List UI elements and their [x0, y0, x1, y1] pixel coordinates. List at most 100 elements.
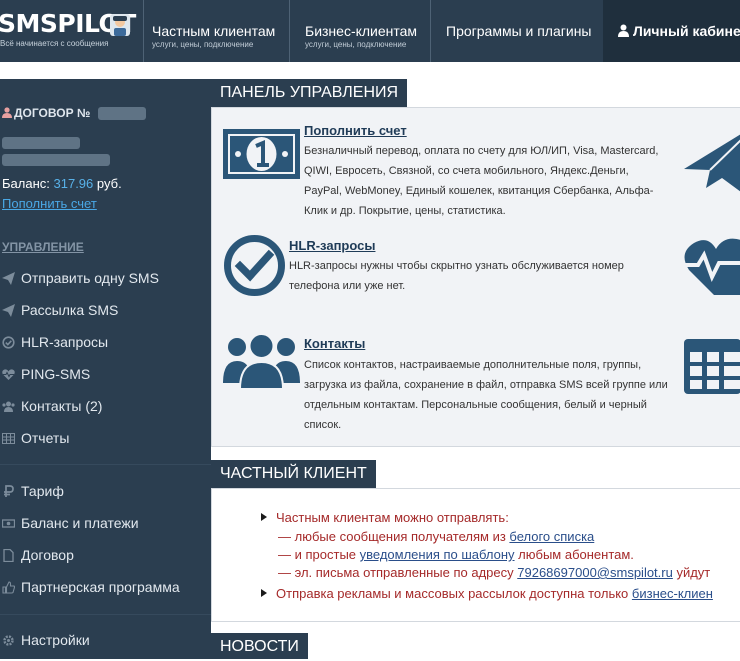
feature-hlr-link[interactable]: HLR-запросы: [289, 238, 375, 253]
nav-private-clients[interactable]: Частным клиентам услуги, цены, подключен…: [152, 0, 288, 62]
nav-separator: [143, 0, 144, 62]
balance-line: Баланс: 317.96 руб.: [2, 176, 122, 191]
money-icon: [2, 517, 15, 530]
control-panel: Пополнить счет Безналичный перевод, опла…: [211, 107, 740, 447]
sidebar-item-tariff[interactable]: Тариф: [2, 483, 64, 505]
balance-label: Баланс:: [2, 176, 50, 191]
sidebar-item-label: Тариф: [21, 483, 64, 499]
sidebar-item-label: Отчеты: [21, 430, 70, 446]
sidebar-item-balance-payments[interactable]: Баланс и платежи: [2, 515, 139, 537]
sidebar-item-label: Баланс и платежи: [21, 515, 139, 531]
nav-personal-cabinet[interactable]: Личный кабинет: [603, 0, 740, 62]
nav-item-title: Бизнес-клиентам: [305, 23, 418, 39]
sidebar-item-hlr[interactable]: HLR-запросы: [2, 334, 108, 356]
management-heading: УПРАВЛЕНИЕ: [2, 240, 84, 254]
sidebar-divider: [0, 614, 211, 615]
sidebar-item-label: HLR-запросы: [21, 334, 109, 350]
table-icon: [2, 432, 15, 445]
sidebar-item-label: Контакты (2): [21, 398, 103, 414]
whitelist-link[interactable]: белого списка: [509, 529, 594, 544]
email-gateway-link[interactable]: 79268697000@smspilot.ru: [517, 565, 673, 580]
thumbs-up-icon: [2, 581, 15, 594]
private-line-4: — эл. письма отправленные по адресу 7926…: [278, 565, 710, 580]
private-line-5: Отправка рекламы и массовых рассылок дос…: [261, 586, 713, 601]
logo-pilot-icon: [110, 14, 130, 36]
sidebar-item-label: Рассылка SMS: [21, 302, 119, 318]
arrow-bullet-icon: [261, 513, 267, 521]
document-icon: [2, 549, 15, 562]
heartbeat-icon: [684, 235, 740, 302]
private-line-4-text: — эл. письма отправленные по адресу: [278, 565, 518, 580]
ruble-icon: [2, 485, 15, 498]
feature-topup-link[interactable]: Пополнить счет: [304, 123, 407, 138]
private-line-3: — и простые уведомления по шаблону любым…: [278, 547, 634, 562]
check-circle-icon: [223, 234, 286, 302]
nav-item-subtitle: услуги, цены, подключение: [152, 40, 254, 49]
sidebar-item-contract[interactable]: Договор: [2, 547, 74, 569]
broadcast-icon: [2, 304, 15, 317]
private-line-5-text: Отправка рекламы и массовых рассылок дос…: [276, 586, 632, 601]
sidebar-item-label: Отправить одну SMS: [21, 270, 159, 286]
private-client-panel: Частным клиентам можно отправлять: — люб…: [211, 488, 740, 622]
private-line-2: — любые сообщения получателям из белого …: [278, 529, 594, 544]
nav-item-title: Программы и плагины: [446, 23, 592, 39]
sidebar-item-broadcast[interactable]: Рассылка SMS: [2, 302, 118, 324]
nav-cabinet-label: Личный кабинет: [633, 23, 740, 39]
table-icon: [684, 339, 740, 399]
nav-business-clients[interactable]: Бизнес-клиентам услуги, цены, подключени…: [305, 0, 430, 62]
sidebar-item-settings[interactable]: Настройки: [2, 632, 90, 654]
sidebar-divider: [0, 464, 211, 465]
private-line-2-text: — любые сообщения получателям из: [278, 529, 510, 544]
feature-contacts-desc: Список контактов, настраиваемые дополнит…: [304, 359, 668, 431]
feature-contacts-link[interactable]: Контакты: [304, 336, 365, 351]
paper-plane-icon: [684, 120, 740, 197]
feature-hlr-desc: HLR-запросы нужны чтобы скрытно узнать о…: [289, 260, 624, 292]
contract-number: ДОГОВОР №: [2, 106, 146, 121]
send-icon: [2, 272, 15, 285]
nav-programs-plugins[interactable]: Программы и плагины: [446, 0, 602, 62]
sidebar-item-partner-program[interactable]: Партнерская программа: [2, 579, 180, 601]
nav-separator: [430, 0, 431, 62]
logo[interactable]: SMSPILOT Всё начинается с сообщения: [0, 0, 143, 62]
contract-label: ДОГОВОР №: [14, 106, 91, 120]
user-icon: [618, 24, 629, 42]
heartbeat-icon: [2, 368, 15, 381]
business-clients-link[interactable]: бизнес-клиен: [632, 586, 713, 601]
gear-icon: [2, 634, 15, 647]
balance-currency: руб.: [96, 176, 122, 191]
private-client-title: ЧАСТНЫЙ КЛИЕНТ: [211, 460, 376, 488]
sidebar-item-label: Настройки: [21, 632, 90, 648]
sidebar-item-label: Партнерская программа: [21, 579, 180, 595]
contract-number-redacted: [97, 107, 146, 121]
banknote-icon: [223, 129, 300, 184]
sidebar-item-ping-sms[interactable]: PING-SMS: [2, 366, 90, 388]
private-line-4-tail: уйдут: [672, 565, 711, 580]
nav-separator: [289, 0, 290, 62]
news-title: НОВОСТИ: [211, 633, 308, 659]
logo-tagline: Всё начинается с сообщения: [0, 39, 109, 48]
private-line-1-text: Частным клиентам можно отправлять:: [276, 510, 509, 525]
nav-item-subtitle: услуги, цены, подключение: [305, 40, 407, 49]
feature-topup-desc: Безналичный перевод, оплата по счету для…: [304, 145, 659, 217]
sidebar-item-label: PING-SMS: [21, 366, 91, 382]
arrow-bullet-icon: [261, 589, 267, 597]
template-notifications-link[interactable]: уведомления по шаблону: [360, 547, 515, 562]
balance-value: 317.96: [53, 176, 94, 191]
sidebar-item-send-sms[interactable]: Отправить одну SMS: [2, 270, 159, 292]
client-detail-redacted: [2, 154, 110, 166]
check-circle-icon: [2, 336, 15, 349]
nav-item-title: Частным клиентам: [152, 23, 276, 39]
users-icon: [223, 332, 300, 394]
private-line-3-text: — и простые: [278, 547, 360, 562]
client-name-redacted: [2, 137, 80, 149]
panel-title: ПАНЕЛЬ УПРАВЛЕНИЯ: [211, 79, 408, 107]
private-line-3-tail: любым абонентам.: [514, 547, 634, 562]
sidebar-item-reports[interactable]: Отчеты: [2, 430, 69, 452]
user-icon: [2, 107, 12, 121]
sidebar-item-contacts[interactable]: Контакты (2): [2, 398, 102, 420]
topup-link[interactable]: Пополнить счет: [2, 196, 97, 211]
sidebar-item-label: Договор: [21, 547, 74, 563]
private-line-1: Частным клиентам можно отправлять:: [261, 510, 509, 525]
sidebar: ДОГОВОР № Баланс: 317.96 руб. Пополнить …: [0, 79, 211, 659]
top-navigation: SMSPILOT Всё начинается с сообщения Част…: [0, 0, 740, 62]
